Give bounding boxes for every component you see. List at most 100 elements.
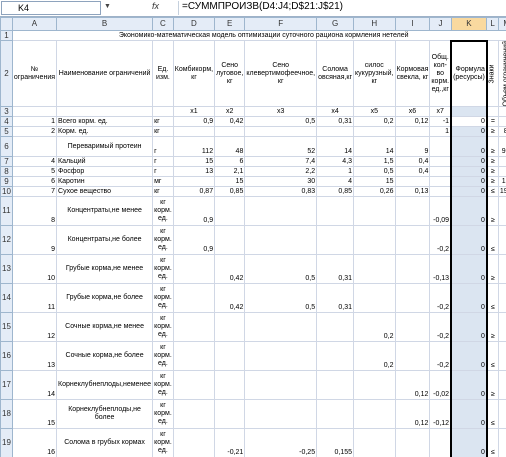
formula-input[interactable]: =СУММПРОИЗВ(D4:J4;D$21:J$21) [178, 1, 504, 15]
cell-e16[interactable] [214, 341, 246, 372]
cell-l13[interactable]: ≥ [486, 254, 499, 285]
cell-i16[interactable] [394, 341, 431, 372]
cell-a17[interactable]: 14 [11, 370, 58, 401]
row-header-3[interactable]: 3 [0, 106, 13, 118]
cell-c4[interactable]: кг [152, 116, 174, 128]
cell-k12[interactable]: 0 [450, 225, 488, 256]
cell-h19[interactable] [353, 428, 396, 457]
cell-k19[interactable]: 0 [450, 428, 488, 457]
cell-d5[interactable] [172, 126, 216, 138]
cell-f12[interactable] [244, 225, 318, 256]
cell-c13[interactable]: кг корм. ед. [152, 254, 174, 285]
cell-h7[interactable]: 1,5 [353, 156, 396, 168]
cell-b5[interactable]: Корм. ед. [56, 126, 154, 138]
var-a[interactable] [11, 106, 58, 118]
cell-k8[interactable]: 0 [450, 166, 488, 178]
var-i[interactable]: x6 [394, 106, 431, 118]
cell-e11[interactable] [214, 196, 246, 227]
cell-a10[interactable]: 7 [11, 186, 58, 198]
cell-e13[interactable]: 0,42 [214, 254, 246, 285]
cell-g18[interactable] [316, 399, 355, 430]
cell-f18[interactable] [244, 399, 318, 430]
cell-a7[interactable]: 4 [11, 156, 58, 168]
cell-i10[interactable]: 0,13 [394, 186, 431, 198]
cell-d19[interactable] [172, 428, 216, 457]
cell-b18[interactable]: Корнеклубнеплоды,не более [56, 399, 154, 430]
cell-l19[interactable]: ≤ [486, 428, 499, 457]
cell-l5[interactable]: ≥ [486, 126, 499, 138]
cell-i6[interactable]: 9 [394, 136, 431, 158]
cell-j6[interactable] [429, 136, 452, 158]
cell-c16[interactable]: кг корм. ед. [152, 341, 174, 372]
cell-j7[interactable] [429, 156, 452, 168]
column-header-c[interactable]: C [152, 17, 174, 31]
cell-m11[interactable]: 0 [497, 196, 506, 227]
cell-g10[interactable]: 0,85 [316, 186, 355, 198]
cell-m13[interactable]: 0 [497, 254, 506, 285]
column-header-f[interactable]: F [244, 17, 318, 31]
column-header-i[interactable]: I [394, 17, 431, 31]
cell-e6[interactable]: 48 [214, 136, 246, 158]
cell-c6[interactable]: г [152, 136, 174, 158]
row-header[interactable]: 15 [0, 312, 13, 343]
cell-f6[interactable]: 52 [244, 136, 318, 158]
cell-b11[interactable]: Концентраты,не менее [56, 196, 154, 227]
name-box[interactable]: K4 [1, 1, 101, 15]
cell-h17[interactable] [353, 370, 396, 401]
cell-f10[interactable]: 0,83 [244, 186, 318, 198]
column-header-j[interactable]: J [429, 17, 452, 31]
cell-m12[interactable]: 0 [497, 225, 506, 256]
cell-f19[interactable]: -0,25 [244, 428, 318, 457]
cell-i13[interactable] [394, 254, 431, 285]
cell-j18[interactable]: -0,12 [429, 399, 452, 430]
cell-k17[interactable]: 0 [450, 370, 488, 401]
cell-c18[interactable]: кг корм. ед. [152, 399, 174, 430]
cell-f11[interactable] [244, 196, 318, 227]
cell-a15[interactable]: 12 [11, 312, 58, 343]
cell-d17[interactable] [172, 370, 216, 401]
cell-h16[interactable]: 0,2 [353, 341, 396, 372]
cell-e9[interactable]: 15 [214, 176, 246, 188]
cell-l9[interactable]: ≥ [486, 176, 499, 188]
cell-i5[interactable] [394, 126, 431, 138]
cell-j16[interactable]: -0,2 [429, 341, 452, 372]
cell-g14[interactable]: 0,31 [316, 283, 355, 314]
cell-l17[interactable]: ≥ [486, 370, 499, 401]
cell-e5[interactable] [214, 126, 246, 138]
cell-a11[interactable]: 8 [11, 196, 58, 227]
cell-i18[interactable]: 0,12 [394, 399, 431, 430]
cell-f16[interactable] [244, 341, 318, 372]
cell-k9[interactable]: 0 [450, 176, 488, 188]
cell-l14[interactable]: ≤ [486, 283, 499, 314]
cell-a4[interactable]: 1 [11, 116, 58, 128]
cell-f8[interactable]: 2,2 [244, 166, 318, 178]
cell-l10[interactable]: ≤ [486, 186, 499, 198]
cell-b9[interactable]: Каротин [56, 176, 154, 188]
cell-a14[interactable]: 11 [11, 283, 58, 314]
cell-i12[interactable] [394, 225, 431, 256]
cell-d9[interactable] [172, 176, 216, 188]
cell-m6[interactable]: 980 [497, 136, 506, 158]
cell-a12[interactable]: 9 [11, 225, 58, 256]
column-header-g[interactable]: G [316, 17, 355, 31]
var-k[interactable] [450, 106, 488, 118]
cell-f15[interactable] [244, 312, 318, 343]
cell-a18[interactable]: 15 [11, 399, 58, 430]
row-header[interactable]: 17 [0, 370, 13, 401]
cell-m5[interactable]: 8,8 [497, 126, 506, 138]
cell-e4[interactable]: 0,42 [214, 116, 246, 128]
cell-h4[interactable]: 0,2 [353, 116, 396, 128]
cell-k4[interactable]: 0 [450, 116, 488, 128]
cell-e14[interactable]: 0,42 [214, 283, 246, 314]
column-header-b[interactable]: B [56, 17, 154, 31]
cell-c11[interactable]: кг корм. ед. [152, 196, 174, 227]
cell-g17[interactable] [316, 370, 355, 401]
cell-b4[interactable]: Всего корм. ед. [56, 116, 154, 128]
cell-c5[interactable]: кг [152, 126, 174, 138]
cell-j12[interactable]: -0,2 [429, 225, 452, 256]
cell-c12[interactable]: кг корм. ед. [152, 225, 174, 256]
cell-d13[interactable] [172, 254, 216, 285]
cell-d6[interactable]: 112 [172, 136, 216, 158]
cell-b19[interactable]: Солома в грубых кормах [56, 428, 154, 457]
cell-m10[interactable]: 19,6 [497, 186, 506, 198]
